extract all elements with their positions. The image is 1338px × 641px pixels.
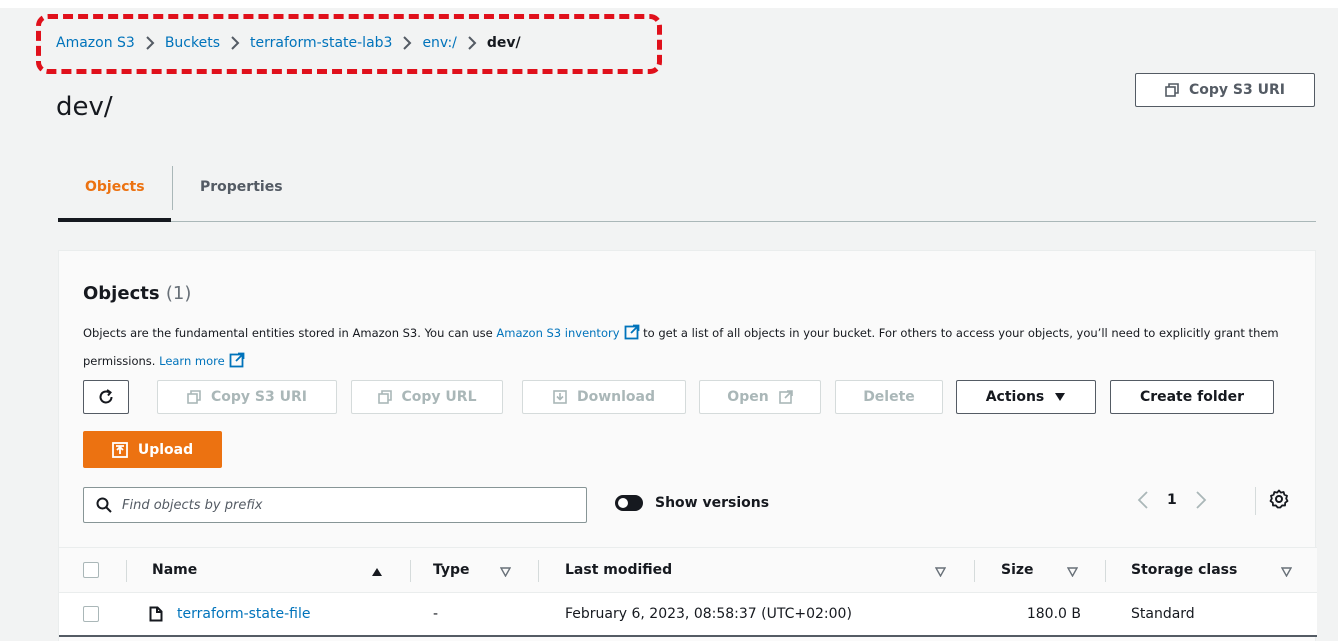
- objects-count: (1): [165, 283, 192, 304]
- storage-class-cell: Standard: [1131, 606, 1195, 622]
- tab-bar: Objects Properties: [58, 164, 1316, 222]
- current-page[interactable]: 1: [1167, 492, 1177, 508]
- objects-panel: Objects (1) Objects are the fundamental …: [58, 250, 1317, 641]
- sort-ascending-icon[interactable]: [371, 567, 383, 577]
- external-link-icon: [229, 352, 245, 368]
- copy-s3-uri-toolbar-label: Copy S3 URI: [211, 389, 307, 405]
- search-input[interactable]: [122, 497, 562, 513]
- objects-heading-text: Objects: [83, 283, 160, 304]
- copy-url-label: Copy URL: [401, 389, 477, 405]
- toggle-knob: [618, 498, 628, 508]
- upload-icon: [111, 441, 128, 458]
- open-button[interactable]: Open: [699, 380, 821, 414]
- objects-heading: Objects (1): [83, 283, 191, 304]
- download-button[interactable]: Download: [522, 380, 686, 414]
- copy-icon: [1165, 83, 1179, 97]
- actions-dropdown[interactable]: Actions: [956, 380, 1096, 414]
- s3-inventory-link[interactable]: Amazon S3 inventory: [496, 326, 619, 340]
- copy-icon: [187, 390, 201, 404]
- show-versions-toggle[interactable]: [615, 495, 643, 511]
- column-divider: [1105, 560, 1106, 582]
- row-select-cell: [83, 593, 99, 635]
- description-text: Objects are the fundamental entities sto…: [83, 326, 497, 340]
- delete-label: Delete: [863, 389, 915, 405]
- chevron-left-icon[interactable]: [1137, 491, 1149, 509]
- row-checkbox[interactable]: [83, 606, 99, 622]
- refresh-icon: [99, 389, 113, 404]
- size-cell: 180.0 B: [1026, 606, 1081, 622]
- object-name-link[interactable]: terraform-state-file: [177, 606, 310, 622]
- file-icon: [149, 606, 163, 622]
- show-versions-label: Show versions: [655, 495, 770, 511]
- search-box: [83, 487, 587, 523]
- upload-button[interactable]: Upload: [83, 431, 222, 468]
- chevron-right-icon[interactable]: [1195, 491, 1207, 509]
- pager-divider: [1255, 487, 1256, 515]
- download-label: Download: [576, 389, 656, 405]
- tab-objects[interactable]: Objects: [85, 176, 145, 210]
- copy-s3-uri-toolbar-button[interactable]: Copy S3 URI: [157, 380, 337, 414]
- sort-icon[interactable]: [500, 567, 511, 577]
- copy-s3-uri-label: Copy S3 URI: [1189, 82, 1285, 98]
- copy-s3-uri-button[interactable]: Copy S3 URI: [1135, 73, 1315, 107]
- search-icon: [96, 497, 112, 513]
- sort-icon[interactable]: [1067, 567, 1078, 577]
- create-folder-button[interactable]: Create folder: [1110, 380, 1274, 414]
- copy-url-button[interactable]: Copy URL: [351, 380, 503, 414]
- learn-more-link[interactable]: Learn more: [159, 354, 225, 368]
- show-versions: Show versions: [615, 495, 769, 511]
- column-header-size[interactable]: Size: [1001, 548, 1034, 592]
- sort-icon[interactable]: [1281, 567, 1292, 577]
- name-cell: terraform-state-file: [149, 593, 310, 635]
- top-bar: [0, 0, 1338, 8]
- upload-label: Upload: [137, 441, 194, 458]
- last-modified-cell: February 6, 2023, 08:58:37 (UTC+02:00): [565, 606, 852, 622]
- column-header-last-modified[interactable]: Last modified: [565, 548, 672, 592]
- table-header: Name Type Last modified Size Storage cla…: [59, 547, 1317, 593]
- column-divider: [538, 560, 539, 582]
- table-row[interactable]: terraform-state-file - February 6, 2023,…: [59, 593, 1317, 637]
- select-all-cell: [83, 548, 99, 592]
- tab-divider: [172, 166, 173, 210]
- sort-icon[interactable]: [935, 567, 946, 577]
- copy-icon: [377, 390, 392, 404]
- refresh-button[interactable]: [83, 380, 129, 414]
- active-tab-indicator: [58, 218, 171, 222]
- page-title: dev/: [56, 92, 113, 122]
- type-cell: -: [433, 606, 439, 622]
- column-divider: [974, 560, 975, 582]
- column-header-storage-class[interactable]: Storage class: [1131, 548, 1237, 592]
- column-divider: [126, 560, 127, 582]
- annotation-highlight-box: [36, 14, 662, 74]
- column-divider: [410, 560, 411, 582]
- select-all-checkbox[interactable]: [83, 562, 99, 578]
- column-header-name[interactable]: Name: [152, 548, 197, 592]
- pagination: 1: [1137, 485, 1207, 515]
- delete-button[interactable]: Delete: [835, 380, 943, 414]
- download-icon: [553, 390, 567, 404]
- open-label: Open: [727, 389, 769, 405]
- column-header-type[interactable]: Type: [433, 548, 470, 592]
- external-link-icon: [624, 324, 639, 340]
- tab-properties[interactable]: Properties: [200, 176, 283, 210]
- actions-label: Actions: [985, 389, 1045, 405]
- caret-down-icon: [1055, 393, 1066, 401]
- create-folder-label: Create folder: [1139, 389, 1245, 405]
- gear-icon[interactable]: [1269, 489, 1289, 509]
- objects-description: Objects are the fundamental entities sto…: [83, 319, 1283, 375]
- external-link-icon: [778, 390, 793, 404]
